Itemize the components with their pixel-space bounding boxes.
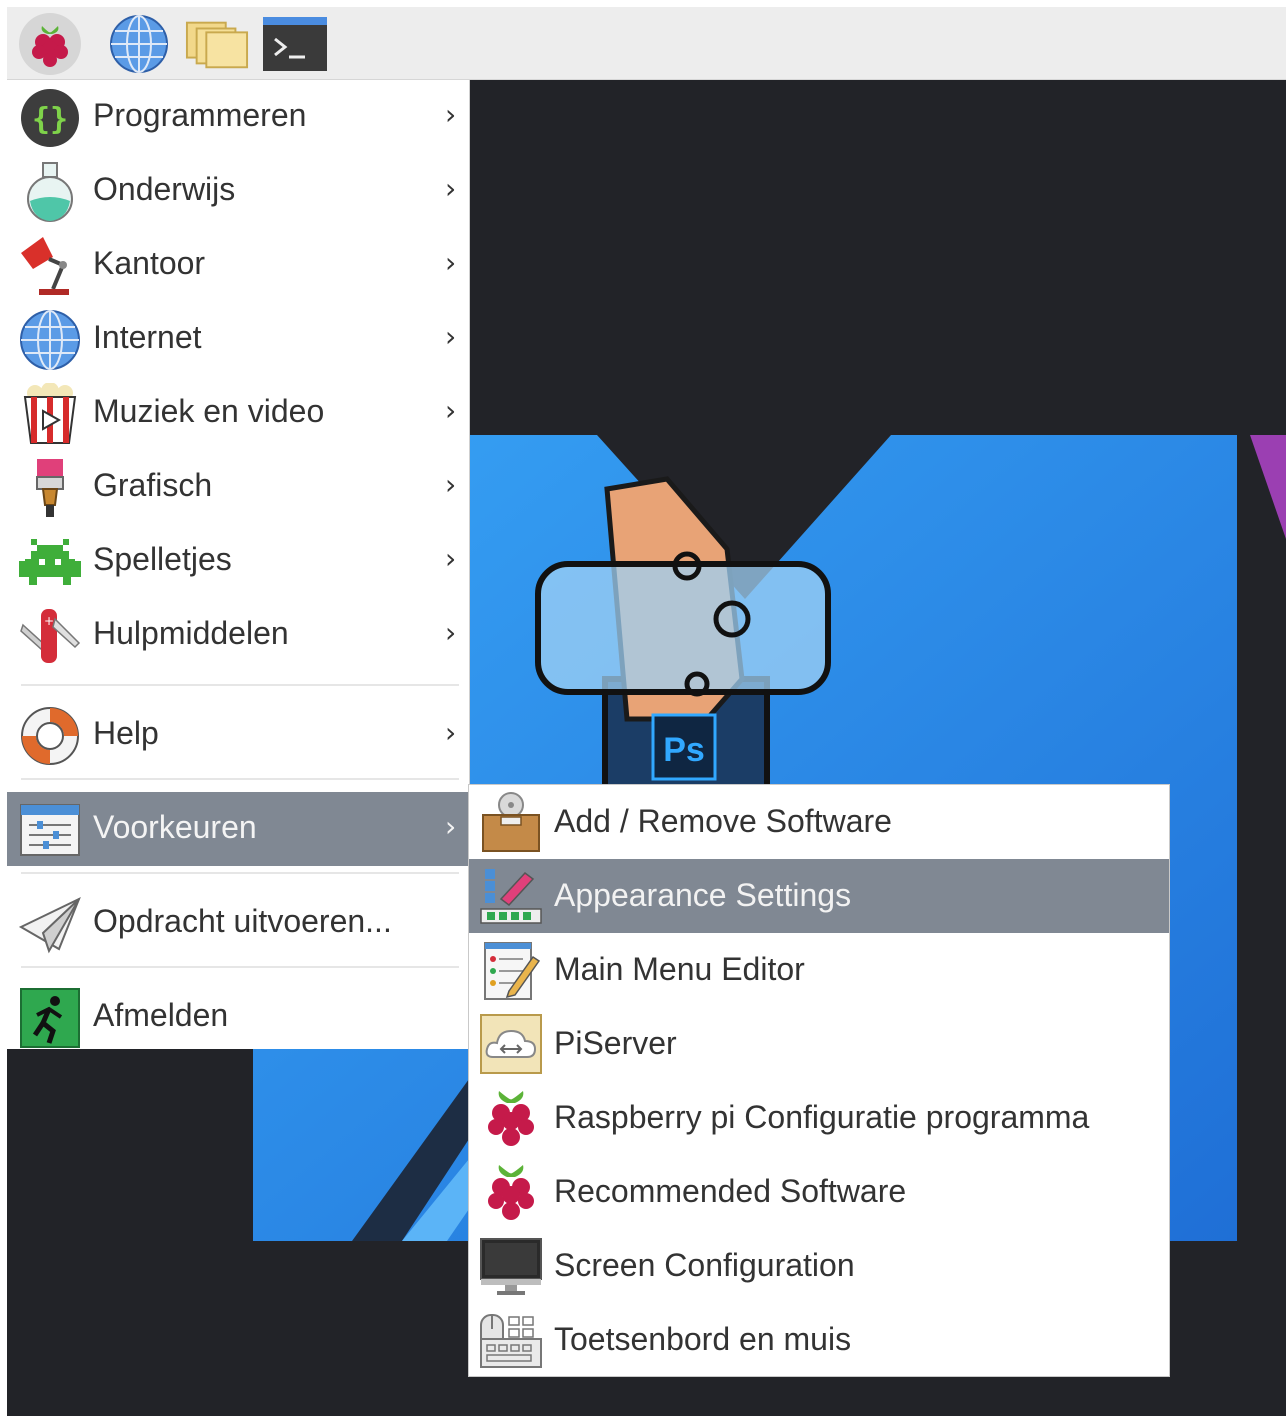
chevron-right-icon: › — [445, 810, 457, 843]
menu-separator — [21, 778, 459, 780]
chevron-right-icon: › — [445, 246, 457, 279]
chevron-right-icon: › — [445, 320, 457, 353]
pocket-knife-icon: + — [20, 609, 81, 663]
menu-item-programmeren[interactable]: {} Programmeren › — [7, 80, 469, 154]
raspberry-menu-button[interactable] — [19, 13, 81, 75]
submenu-item-label: Screen Configuration — [554, 1247, 855, 1283]
menu-item-label: Opdracht uitvoeren... — [93, 903, 392, 939]
raspberry-icon — [488, 1165, 534, 1220]
taskbar — [7, 7, 1286, 80]
folder-icon — [185, 21, 249, 69]
chevron-right-icon: › — [445, 542, 457, 575]
menu-separator — [21, 872, 459, 874]
popcorn-icon — [23, 383, 77, 444]
submenu-item-recommended-software[interactable]: Recommended Software — [469, 1155, 1169, 1229]
menu-item-internet[interactable]: Internet › — [7, 302, 469, 376]
menu-item-help[interactable]: Help › — [7, 698, 469, 772]
appearance-icon — [480, 869, 542, 924]
desktop: Ps {} Programmeren › Onderwijs › Kantoor… — [7, 7, 1286, 1416]
submenu-item-add-remove-software[interactable]: Add / Remove Software — [469, 785, 1169, 859]
paintbrush-icon — [36, 459, 64, 517]
menu-item-hulpmiddelen[interactable]: + Hulpmiddelen › — [7, 598, 469, 672]
submenu-item-screen-configuration[interactable]: Screen Configuration — [469, 1229, 1169, 1303]
menu-item-muziek-en-video[interactable]: Muziek en video › — [7, 376, 469, 450]
menu-item-label: Onderwijs — [93, 171, 236, 207]
desk-lamp-icon — [21, 237, 69, 295]
submenu-item-label: Recommended Software — [554, 1173, 907, 1209]
chevron-right-icon: › — [445, 172, 457, 205]
submenu-item-toetsenbord-en-muis[interactable]: Toetsenbord en muis — [469, 1303, 1169, 1377]
svg-text:{}: {} — [32, 102, 68, 137]
menu-item-afmelden[interactable]: Afmelden — [7, 980, 469, 1054]
lifebuoy-icon — [21, 707, 79, 765]
chevron-right-icon: › — [445, 616, 457, 649]
menu-item-label: Hulpmiddelen — [93, 615, 289, 651]
submenu-item-label: Appearance Settings — [554, 877, 852, 913]
chevron-right-icon: › — [445, 468, 457, 501]
braces-icon: {} — [21, 89, 79, 147]
menu-item-label: Muziek en video — [93, 393, 325, 429]
chevron-right-icon: › — [445, 98, 457, 131]
terminal-button[interactable] — [263, 13, 327, 75]
menu-separator — [21, 966, 459, 968]
submenu-item-label: PiServer — [554, 1025, 677, 1061]
exit-running-icon — [20, 988, 80, 1048]
monitor-icon — [480, 1238, 542, 1295]
menu-item-label: Programmeren — [93, 97, 307, 133]
menu-item-label: Afmelden — [93, 997, 229, 1033]
submenu-item-piserver[interactable]: PiServer — [469, 1007, 1169, 1081]
menu-separator — [21, 684, 459, 686]
keyboard-mouse-icon — [480, 1314, 542, 1368]
menu-item-label: Help — [93, 715, 159, 751]
submenu-item-appearance-settings[interactable]: Appearance Settings — [469, 859, 1169, 933]
piserver-icon — [480, 1014, 542, 1074]
raspberry-icon — [32, 26, 68, 67]
menu-item-label: Grafisch — [93, 467, 213, 503]
menu-item-label: Kantoor — [93, 245, 206, 281]
menu-editor-icon — [484, 942, 541, 1000]
menu-item-kantoor[interactable]: Kantoor › — [7, 228, 469, 302]
menu-item-label: Voorkeuren — [93, 809, 257, 845]
globe-icon — [20, 310, 80, 370]
raspberry-icon — [488, 1091, 534, 1146]
menu-item-grafisch[interactable]: Grafisch › — [7, 450, 469, 524]
menu-item-onderwijs[interactable]: Onderwijs › — [7, 154, 469, 228]
chevron-right-icon: › — [445, 394, 457, 427]
web-browser-button[interactable] — [107, 13, 171, 75]
menu-item-voorkeuren[interactable]: Voorkeuren › — [7, 792, 469, 866]
settings-sliders-icon — [20, 804, 80, 856]
submenu-item-raspberry-pi-configuratie[interactable]: Raspberry pi Configuratie programma — [469, 1081, 1169, 1155]
flask-icon — [27, 162, 73, 222]
terminal-icon — [263, 17, 327, 71]
menu-item-label: Spelletjes — [93, 541, 232, 577]
submenu-item-label: Add / Remove Software — [554, 803, 892, 839]
space-invader-icon — [19, 539, 81, 585]
application-menu: {} Programmeren › Onderwijs › Kantoor › … — [7, 80, 470, 1049]
menu-item-label: Internet — [93, 319, 202, 355]
package-icon — [482, 792, 540, 852]
voorkeuren-submenu: Add / Remove Software Appearance Setting… — [468, 784, 1170, 1377]
menu-item-opdracht-uitvoeren[interactable]: Opdracht uitvoeren... — [7, 886, 469, 960]
ps-badge-text: Ps — [663, 731, 705, 769]
svg-text:+: + — [44, 614, 54, 628]
paper-plane-icon — [19, 896, 81, 954]
menu-item-spelletjes[interactable]: Spelletjes › — [7, 524, 469, 598]
submenu-item-main-menu-editor[interactable]: Main Menu Editor — [469, 933, 1169, 1007]
file-manager-button[interactable] — [185, 13, 249, 75]
submenu-item-label: Raspberry pi Configuratie programma — [554, 1099, 1090, 1135]
chevron-right-icon: › — [445, 716, 457, 749]
globe-icon — [110, 15, 168, 73]
submenu-item-label: Toetsenbord en muis — [554, 1321, 852, 1357]
submenu-item-label: Main Menu Editor — [554, 951, 805, 987]
